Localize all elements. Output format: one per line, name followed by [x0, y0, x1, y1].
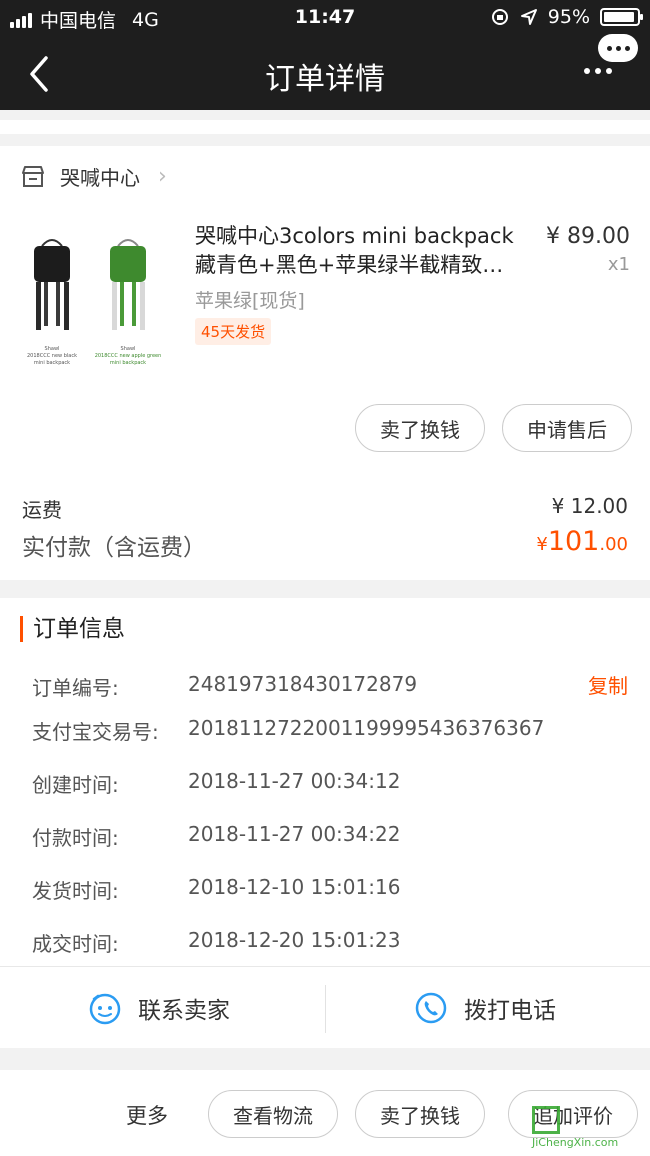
phone-icon	[415, 992, 447, 1024]
svg-text:mini backpack: mini backpack	[34, 360, 70, 366]
rotation-lock-icon	[491, 9, 508, 25]
info-key: 订单编号:	[32, 676, 119, 700]
info-value: 2018112722001199995436376367	[188, 716, 545, 740]
store-name: 哭喊中心	[60, 166, 140, 190]
store-icon	[22, 165, 44, 187]
info-key: 付款时间:	[32, 826, 119, 850]
product-quantity: x1	[607, 254, 630, 275]
info-value: 2018-12-10 15:01:16	[188, 875, 401, 899]
product-image[interactable]: Shawl 2018CCC new black mini backpack Sh…	[20, 216, 170, 376]
sell-button[interactable]: 卖了换钱	[355, 404, 485, 452]
info-value: 2018-11-27 00:34:12	[188, 769, 401, 793]
contact-seller-button[interactable]: 联系卖家	[88, 967, 230, 1049]
message-bubble-icon	[598, 34, 638, 62]
store-link[interactable]: 哭喊中心 ›	[20, 162, 167, 191]
shipping-value: ¥ 12.00	[551, 494, 628, 518]
info-value: 248197318430172879	[188, 672, 418, 696]
after-sale-button[interactable]: 申请售后	[502, 404, 632, 452]
chevron-right-icon: ›	[158, 164, 167, 189]
copy-button[interactable]: 复制	[588, 670, 628, 699]
watermark-site: JiChengXin.com	[532, 1136, 619, 1149]
info-key: 发货时间:	[32, 879, 119, 903]
svg-text:Shawl: Shawl	[45, 346, 60, 352]
svg-text:2018CCC new black: 2018CCC new black	[27, 353, 77, 359]
top-bar: 中国电信 4G 11:47 95% 订单详情	[0, 0, 650, 110]
more-menu-button[interactable]	[584, 34, 638, 80]
status-bar: 中国电信 4G 11:47 95%	[0, 0, 650, 36]
shipping-label: 运费	[22, 498, 62, 522]
battery-percent: 95%	[547, 6, 590, 28]
order-card: 哭喊中心 › Shawl 2018CCC new black mini back…	[0, 146, 650, 580]
watermark-logo: JiChengXin.com	[532, 1106, 644, 1150]
watermark-icon	[532, 1106, 560, 1134]
info-value: 2018-12-20 15:01:23	[188, 928, 401, 952]
call-phone-label: 拨打电话	[464, 998, 556, 1024]
more-dots-icon	[584, 68, 612, 74]
product-title-line2: 藏青色+黑色+苹果绿半截精致…	[195, 253, 504, 277]
location-arrow-icon	[520, 9, 537, 25]
info-key: 创建时间:	[32, 773, 119, 797]
chat-face-icon	[89, 993, 121, 1025]
contact-bar: 联系卖家 拨打电话	[0, 966, 650, 1048]
total-value: ¥101.00	[536, 526, 628, 557]
delivery-tag: 45天发货	[195, 318, 272, 345]
info-value: 2018-11-27 00:34:22	[188, 822, 401, 846]
svg-text:Shawl: Shawl	[121, 346, 136, 352]
more-label[interactable]: 更多	[126, 1100, 168, 1130]
info-key: 成交时间:	[32, 932, 119, 956]
product-title[interactable]: 哭喊中心3colors mini backpack 藏青色+黑色+苹果绿半截精致…	[195, 222, 530, 280]
product-title-line1: 哭喊中心3colors mini backpack	[195, 224, 514, 248]
battery-icon	[600, 8, 643, 26]
info-key: 支付宝交易号:	[32, 720, 159, 744]
svg-text:mini backpack: mini backpack	[110, 360, 146, 366]
page-title: 订单详情	[265, 62, 385, 97]
call-phone-button[interactable]: 拨打电话	[414, 967, 556, 1049]
product-sku: 苹果绿[现货]	[195, 290, 305, 312]
view-logistics-button[interactable]: 查看物流	[208, 1090, 338, 1138]
contact-seller-label: 联系卖家	[138, 998, 230, 1024]
product-price: ¥ 89.00	[546, 224, 630, 249]
total-integer: 101	[547, 526, 600, 557]
order-info-card: 订单信息 复制 订单编号: 248197318430172879 支付宝交易号:…	[0, 598, 650, 966]
sell-button-bottom[interactable]: 卖了换钱	[355, 1090, 485, 1138]
total-decimal: .00	[599, 534, 628, 555]
total-currency: ¥	[536, 534, 548, 555]
svg-text:2018CCC new apple green: 2018CCC new apple green	[95, 353, 162, 359]
header-strip	[0, 120, 650, 134]
order-info-title: 订单信息	[20, 616, 125, 642]
divider	[325, 985, 326, 1033]
total-label: 实付款（含运费）	[22, 535, 206, 561]
